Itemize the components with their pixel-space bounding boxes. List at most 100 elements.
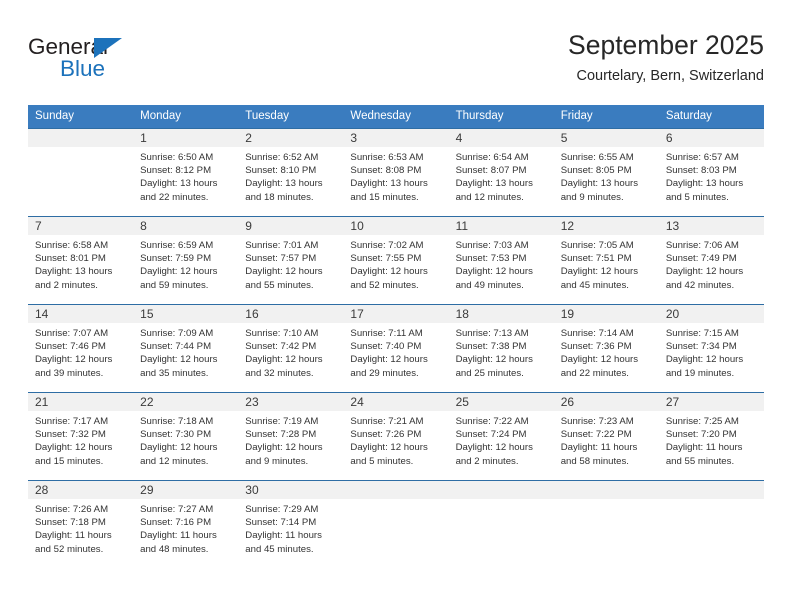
day-cell-20: 20 Sunrise: 7:15 AM Sunset: 7:34 PM Dayligh… <box>658 304 764 392</box>
sunrise-text: Sunrise: 7:03 AM <box>455 240 529 251</box>
daylight-text-line1: Daylight: 12 hours <box>245 354 323 366</box>
day-info: Sunrise: 6:54 AM Sunset: 8:07 PM Daylight:… <box>449 147 554 204</box>
calendar-day-cell[interactable]: 18 Sunrise: 7:13 AM Sunset: 7:38 PM Dayligh… <box>448 304 554 392</box>
calendar-day-cell[interactable]: 20 Sunrise: 7:15 AM Sunset: 7:34 PM Dayligh… <box>658 304 764 392</box>
calendar-day-cell[interactable]: 27 Sunrise: 7:25 AM Sunset: 7:20 PM Dayligh… <box>658 392 764 480</box>
day-cell-16: 16 Sunrise: 7:10 AM Sunset: 7:42 PM Dayligh… <box>238 304 344 392</box>
sunset-text: Sunset: 7:46 PM <box>35 341 106 353</box>
day-cell-9: 9 Sunrise: 7:01 AM Sunset: 7:57 PM Daylight… <box>238 216 344 304</box>
calendar-day-cell[interactable]: 23 Sunrise: 7:19 AM Sunset: 7:28 PM Dayligh… <box>238 392 344 480</box>
day-number: 12 <box>553 217 659 235</box>
calendar-day-cell[interactable]: 3 Sunrise: 6:53 AM Sunset: 8:08 PM Daylight… <box>343 128 449 216</box>
day-info: Sunrise: 7:21 AM Sunset: 7:26 PM Daylight:… <box>343 411 448 468</box>
calendar-day-cell[interactable]: 7 Sunrise: 6:58 AM Sunset: 8:01 PM Daylight… <box>28 216 134 304</box>
calendar-day-cell[interactable]: 8 Sunrise: 6:59 AM Sunset: 7:59 PM Daylight… <box>133 216 239 304</box>
daylight-text-line2: and 29 minutes. <box>350 367 419 379</box>
calendar-day-cell[interactable]: 2 Sunrise: 6:52 AM Sunset: 8:10 PM Daylight… <box>238 128 344 216</box>
day-info <box>28 147 133 151</box>
day-info: Sunrise: 7:05 AM Sunset: 7:51 PM Daylight:… <box>554 235 659 292</box>
day-info: Sunrise: 7:13 AM Sunset: 7:38 PM Daylight:… <box>449 323 554 380</box>
calendar-day-cell[interactable]: 9 Sunrise: 7:01 AM Sunset: 7:57 PM Daylight… <box>238 216 344 304</box>
weekday-header-monday: Monday <box>133 105 239 128</box>
daylight-text-line1: Daylight: 12 hours <box>455 442 533 454</box>
day-cell-8: 8 Sunrise: 6:59 AM Sunset: 7:59 PM Daylight… <box>133 216 239 304</box>
day-number: 24 <box>343 393 449 411</box>
daylight-text-line1: Daylight: 12 hours <box>245 442 323 454</box>
calendar-day-cell[interactable]: 15 Sunrise: 7:09 AM Sunset: 7:44 PM Dayligh… <box>133 304 239 392</box>
day-info: Sunrise: 6:53 AM Sunset: 8:08 PM Daylight:… <box>343 147 448 204</box>
daylight-text-line2: and 9 minutes. <box>245 455 309 467</box>
sunrise-text: Sunrise: 6:52 AM <box>245 152 319 163</box>
sunset-text: Sunset: 7:18 PM <box>35 517 106 529</box>
calendar-day-cell[interactable]: 28 Sunrise: 7:26 AM Sunset: 7:18 PM Dayligh… <box>28 480 134 568</box>
calendar-day-cell <box>448 480 554 568</box>
day-number: 26 <box>553 393 659 411</box>
day-info: Sunrise: 7:19 AM Sunset: 7:28 PM Daylight:… <box>238 411 343 468</box>
day-info: Sunrise: 7:17 AM Sunset: 7:32 PM Daylight:… <box>28 411 133 468</box>
sunrise-text: Sunrise: 7:26 AM <box>35 504 109 515</box>
sunrise-text: Sunrise: 7:22 AM <box>455 416 529 427</box>
calendar-day-cell[interactable]: 14 Sunrise: 7:07 AM Sunset: 7:46 PM Dayligh… <box>28 304 134 392</box>
weekday-header-saturday: Saturday <box>658 105 764 128</box>
day-cell-18: 18 Sunrise: 7:13 AM Sunset: 7:38 PM Dayligh… <box>448 304 554 392</box>
day-info: Sunrise: 7:29 AM Sunset: 7:14 PM Daylight:… <box>238 499 343 556</box>
weekday-header-thursday: Thursday <box>448 105 554 128</box>
day-number <box>448 481 554 499</box>
sunset-text: Sunset: 7:30 PM <box>140 429 212 441</box>
day-info: Sunrise: 7:23 AM Sunset: 7:22 PM Daylight:… <box>554 411 659 468</box>
day-number: 19 <box>553 305 659 323</box>
daylight-text-line1: Daylight: 12 hours <box>665 354 744 366</box>
page-subtitle: Courtelary, Bern, Switzerland <box>576 68 764 84</box>
calendar-day-cell[interactable]: 22 Sunrise: 7:18 AM Sunset: 7:30 PM Dayligh… <box>133 392 239 480</box>
calendar-day-cell[interactable]: 25 Sunrise: 7:22 AM Sunset: 7:24 PM Dayligh… <box>448 392 554 480</box>
calendar-day-cell[interactable]: 24 Sunrise: 7:21 AM Sunset: 7:26 PM Dayligh… <box>343 392 449 480</box>
calendar-day-cell[interactable]: 13 Sunrise: 7:06 AM Sunset: 7:49 PM Dayligh… <box>658 216 764 304</box>
day-cell-11: 11 Sunrise: 7:03 AM Sunset: 7:53 PM Dayligh… <box>448 216 554 304</box>
calendar-day-cell[interactable]: 5 Sunrise: 6:55 AM Sunset: 8:05 PM Daylight… <box>553 128 659 216</box>
calendar-day-cell[interactable]: 11 Sunrise: 7:03 AM Sunset: 7:53 PM Dayligh… <box>448 216 554 304</box>
day-info: Sunrise: 7:01 AM Sunset: 7:57 PM Daylight:… <box>238 235 343 292</box>
day-number: 3 <box>343 129 449 147</box>
day-info <box>343 499 448 503</box>
daylight-text-line2: and 42 minutes. <box>665 279 735 291</box>
daylight-text-line1: Daylight: 13 hours <box>350 178 428 190</box>
calendar-day-cell[interactable]: 16 Sunrise: 7:10 AM Sunset: 7:42 PM Dayligh… <box>238 304 344 392</box>
day-info: Sunrise: 7:15 AM Sunset: 7:34 PM Daylight:… <box>659 323 764 380</box>
calendar-day-cell[interactable]: 12 Sunrise: 7:05 AM Sunset: 7:51 PM Dayligh… <box>553 216 659 304</box>
day-cell-empty <box>343 480 449 568</box>
calendar-day-cell[interactable]: 4 Sunrise: 6:54 AM Sunset: 8:07 PM Daylight… <box>448 128 554 216</box>
calendar-week-row: 14 Sunrise: 7:07 AM Sunset: 7:46 PM Dayligh… <box>28 304 764 392</box>
day-cell-10: 10 Sunrise: 7:02 AM Sunset: 7:55 PM Dayligh… <box>343 216 449 304</box>
daylight-text-line2: and 59 minutes. <box>140 279 209 291</box>
page-title: September 2025 <box>568 30 764 60</box>
daylight-text-line2: and 18 minutes. <box>245 191 314 203</box>
daylight-text-line2: and 15 minutes. <box>35 455 104 467</box>
calendar-day-cell[interactable]: 17 Sunrise: 7:11 AM Sunset: 7:40 PM Dayligh… <box>343 304 449 392</box>
calendar-day-cell[interactable]: 29 Sunrise: 7:27 AM Sunset: 7:16 PM Dayligh… <box>133 480 239 568</box>
sunrise-text: Sunrise: 7:10 AM <box>245 328 319 339</box>
weekday-header-sunday: Sunday <box>28 105 134 128</box>
day-info: Sunrise: 7:10 AM Sunset: 7:42 PM Daylight:… <box>238 323 343 380</box>
general-blue-logo[interactable]: General Blue <box>28 34 208 96</box>
day-info: Sunrise: 7:03 AM Sunset: 7:53 PM Daylight:… <box>449 235 554 292</box>
calendar-day-cell[interactable]: 30 Sunrise: 7:29 AM Sunset: 7:14 PM Dayligh… <box>238 480 344 568</box>
day-number: 14 <box>28 305 134 323</box>
day-cell-21: 21 Sunrise: 7:17 AM Sunset: 7:32 PM Dayligh… <box>28 392 134 480</box>
daylight-text-line2: and 45 minutes. <box>245 543 314 555</box>
day-number: 16 <box>238 305 344 323</box>
daylight-text-line2: and 55 minutes. <box>245 279 314 291</box>
calendar-day-cell[interactable]: 26 Sunrise: 7:23 AM Sunset: 7:22 PM Dayligh… <box>553 392 659 480</box>
day-number: 30 <box>238 481 344 499</box>
day-number: 25 <box>448 393 554 411</box>
day-cell-1: 1 Sunrise: 6:50 AM Sunset: 8:12 PM Daylight… <box>133 128 239 216</box>
day-number: 27 <box>658 393 764 411</box>
day-number <box>658 481 764 499</box>
day-cell-3: 3 Sunrise: 6:53 AM Sunset: 8:08 PM Daylight… <box>343 128 449 216</box>
daylight-text-line1: Daylight: 12 hours <box>140 442 218 454</box>
calendar-day-cell[interactable]: 21 Sunrise: 7:17 AM Sunset: 7:32 PM Dayligh… <box>28 392 134 480</box>
calendar-day-cell[interactable]: 10 Sunrise: 7:02 AM Sunset: 7:55 PM Dayligh… <box>343 216 449 304</box>
calendar-day-cell[interactable]: 1 Sunrise: 6:50 AM Sunset: 8:12 PM Daylight… <box>133 128 239 216</box>
calendar-day-cell[interactable]: 6 Sunrise: 6:57 AM Sunset: 8:03 PM Daylight… <box>658 128 764 216</box>
calendar-day-cell[interactable]: 19 Sunrise: 7:14 AM Sunset: 7:36 PM Dayligh… <box>553 304 659 392</box>
triangle-icon <box>94 38 122 58</box>
